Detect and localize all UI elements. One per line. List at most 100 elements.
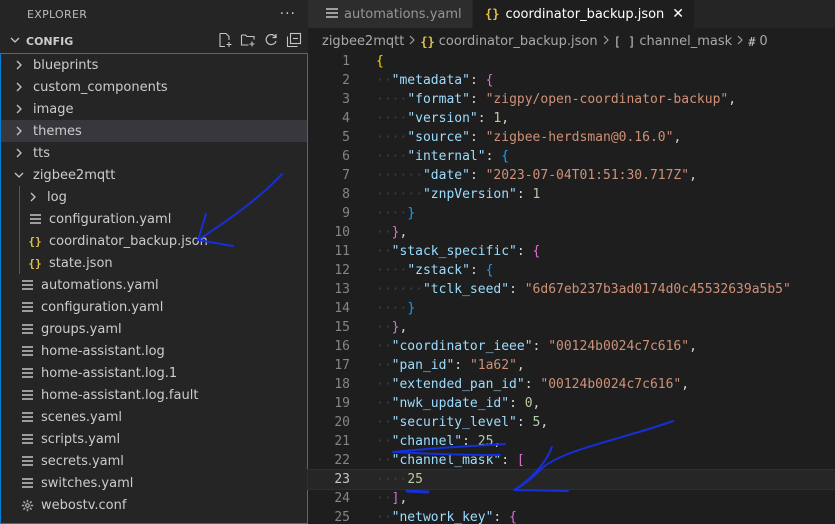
tree-item[interactable]: home-assistant.log.fault xyxy=(1,384,307,406)
tree-item[interactable]: custom_components xyxy=(1,76,307,98)
code-line[interactable]: 2 ··"metadata": { xyxy=(308,71,835,90)
code-text: ······"znpVersion": 1 xyxy=(350,185,540,204)
tree-item-label: home-assistant.log.fault xyxy=(41,387,199,403)
code-token: , xyxy=(516,358,525,373)
chevron-down-icon[interactable] xyxy=(10,35,26,48)
lines-file-icon xyxy=(19,390,35,400)
code-line[interactable]: 23 ····25 xyxy=(307,469,835,490)
tab-bar: automations.yaml {} coordinator_backup.j… xyxy=(308,0,835,28)
code-text: ··"channel_mask": [ xyxy=(350,451,525,470)
code-token: : xyxy=(493,510,510,524)
tree-item[interactable]: blueprints xyxy=(1,54,307,76)
tree-item[interactable]: configuration.yaml xyxy=(1,296,307,318)
tab-automations-yaml[interactable]: automations.yaml xyxy=(308,0,473,28)
collapse-all-icon[interactable] xyxy=(286,32,302,48)
code-line[interactable]: 14 ····} xyxy=(308,299,835,318)
line-number: 8 xyxy=(342,187,350,202)
code-token: , xyxy=(399,225,408,240)
code-line[interactable]: 6 ····"internal": { xyxy=(308,147,835,166)
code-line[interactable]: 16 ··"coordinator_ieee": "00124b0024c7c61… xyxy=(308,337,835,356)
code-line[interactable]: 17 ··"pan_id": "1a62", xyxy=(308,356,835,375)
tree-item-label: zigbee2mqtt xyxy=(33,167,116,183)
indent-whitespace-dots: ·· xyxy=(376,434,392,449)
tree-item[interactable]: webostv.conf xyxy=(1,494,307,516)
code-line[interactable]: 19 ··"nwk_update_id": 0, xyxy=(308,394,835,413)
tree-item[interactable]: image xyxy=(1,98,307,120)
tree-item[interactable]: {} state.json xyxy=(1,252,307,274)
code-line[interactable]: 9 ····} xyxy=(308,204,835,223)
code-line[interactable]: 21 ··"channel": 25, xyxy=(308,432,835,451)
code-text: ··"security_level": 5, xyxy=(350,413,548,432)
lines-file-icon xyxy=(19,434,35,444)
explorer-header: EXPLORER ··· xyxy=(0,0,308,28)
workspace-section-header[interactable]: CONFIG xyxy=(0,28,308,54)
code-editor[interactable]: 1{2 ··"metadata": {3 ····"format": "zigpy/… xyxy=(307,52,835,524)
code-line[interactable]: 4 ····"version": 1, xyxy=(308,109,835,128)
tree-item-label: configuration.yaml xyxy=(41,299,164,315)
code-token: 25 xyxy=(407,472,423,487)
code-line[interactable]: 18 ··"extended_pan_id": "00124b0024c7c616… xyxy=(308,375,835,394)
code-token: "00124b0024c7c616" xyxy=(548,339,690,354)
breadcrumb-folder[interactable]: zigbee2mqtt xyxy=(322,34,404,49)
tree-item[interactable]: switches.yaml xyxy=(1,472,307,494)
code-line[interactable]: 1{ xyxy=(308,52,835,71)
breadcrumb-array-node[interactable]: channel_mask xyxy=(639,34,732,49)
code-line[interactable]: 10 ··}, xyxy=(308,223,835,242)
tree-item[interactable]: home-assistant.log xyxy=(1,340,307,362)
indent-whitespace-dots: ···· xyxy=(376,472,408,487)
code-line[interactable]: 5 ····"source": "zigbee-herdsman@0.16.0", xyxy=(308,128,835,147)
code-line[interactable]: 25 ··"network_key": { xyxy=(308,508,835,524)
code-token: "coordinator_ieee" xyxy=(391,339,533,354)
tree-item[interactable]: log xyxy=(1,186,307,208)
tree-item[interactable]: scenes.yaml xyxy=(1,406,307,428)
tree-item-label: home-assistant.log.1 xyxy=(41,365,178,381)
tree-item[interactable]: home-assistant.log.1 xyxy=(1,362,307,384)
close-tab-icon[interactable]: ✕ xyxy=(672,6,684,22)
code-line[interactable]: 12 ····"zstack": { xyxy=(308,261,835,280)
code-line[interactable]: 13 ······"tclk_seed": "6d67eb237b3ad0174d… xyxy=(308,280,835,299)
tree-item[interactable]: tts xyxy=(1,142,307,164)
breadcrumb-index-node[interactable]: 0 xyxy=(759,34,767,49)
code-line[interactable]: 20 ··"security_level": 5, xyxy=(308,413,835,432)
tree-item[interactable]: configuration.yaml xyxy=(1,208,307,230)
tab-label: coordinator_backup.json xyxy=(505,6,665,22)
code-token: { xyxy=(501,149,510,164)
code-token: , xyxy=(689,339,697,354)
indent-whitespace-dots: ···· xyxy=(376,130,408,145)
new-folder-icon[interactable] xyxy=(240,32,256,48)
chevron-right-icon xyxy=(11,148,27,158)
chevron-right-icon xyxy=(602,35,610,48)
code-token: "tclk_seed" xyxy=(422,282,510,297)
indent-whitespace-dots: ·· xyxy=(376,415,392,430)
code-token: "1a62" xyxy=(469,358,517,373)
code-token: "zstack" xyxy=(407,263,470,278)
code-token: , xyxy=(501,111,510,126)
code-line[interactable]: 24 ··], xyxy=(308,489,835,508)
code-text: ····"format": "zigpy/open-coordinator-ba… xyxy=(350,90,736,109)
code-line[interactable]: 15 ··}, xyxy=(308,318,835,337)
tree-item[interactable]: themes xyxy=(1,120,307,142)
tree-item[interactable]: secrets.yaml xyxy=(1,450,307,472)
code-token: { xyxy=(485,263,494,278)
new-file-icon[interactable] xyxy=(217,32,233,48)
tree-item[interactable]: groups.yaml xyxy=(1,318,307,340)
tree-item[interactable]: {} coordinator_backup.json xyxy=(1,230,307,252)
code-line[interactable]: 11 ··"stack_specific": { xyxy=(308,242,835,261)
code-line[interactable]: 7 ······"date": "2023-07-04T01:51:30.717Z… xyxy=(308,166,835,185)
code-token: "6d67eb237b3ad0174d0c45532639a5b5" xyxy=(524,282,791,297)
tree-item[interactable]: automations.yaml xyxy=(1,274,307,296)
more-actions-icon[interactable]: ··· xyxy=(280,6,296,22)
code-line[interactable]: 3 ····"format": "zigpy/open-coordinator-b… xyxy=(308,90,835,109)
code-token: , xyxy=(399,320,408,335)
tree-item[interactable]: zigbee2mqtt xyxy=(1,164,307,186)
line-number: 18 xyxy=(334,377,350,392)
tab-coordinator-backup-json[interactable]: {} coordinator_backup.json ✕ xyxy=(473,0,696,28)
code-line[interactable]: 22 ··"channel_mask": [ xyxy=(308,451,835,470)
code-text: ··"channel": 25, xyxy=(350,432,501,451)
line-number: 19 xyxy=(334,396,350,411)
code-line[interactable]: 8 ······"znpVersion": 1 xyxy=(308,185,835,204)
indent-whitespace-dots: ······ xyxy=(376,187,423,202)
breadcrumb-file[interactable]: coordinator_backup.json xyxy=(439,34,598,49)
tree-item[interactable]: scripts.yaml xyxy=(1,428,307,450)
refresh-icon[interactable] xyxy=(263,32,279,48)
